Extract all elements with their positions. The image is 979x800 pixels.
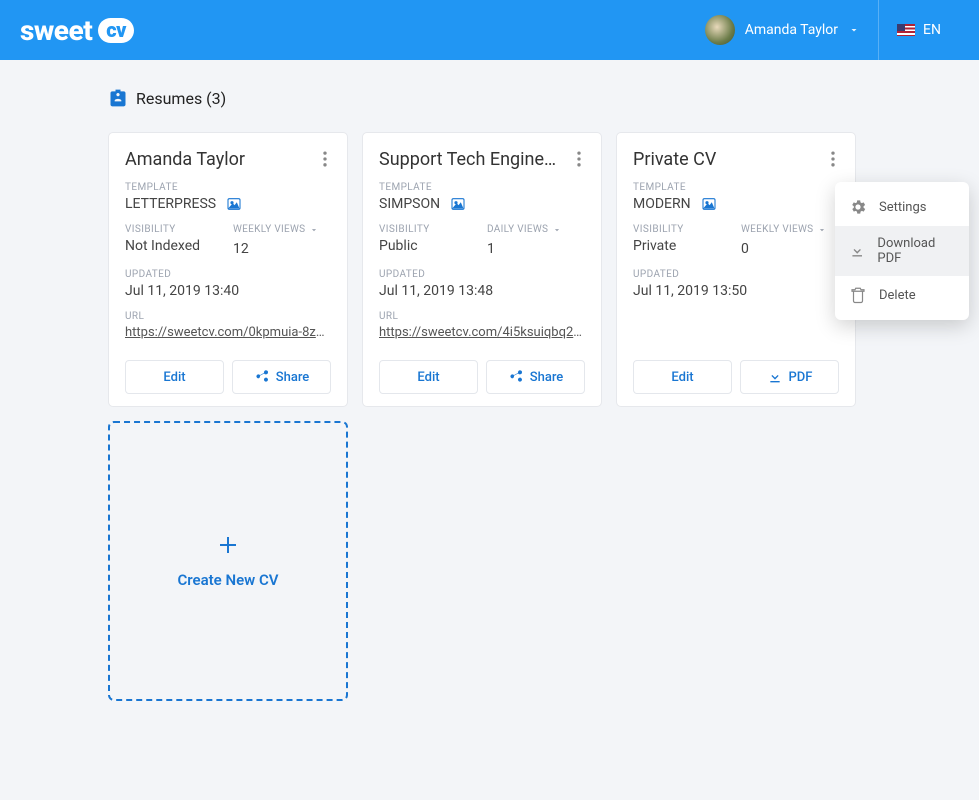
download-icon — [849, 242, 865, 260]
url-label: URL — [125, 311, 331, 322]
visibility-label: VISIBILITY — [125, 224, 223, 235]
image-icon[interactable] — [226, 196, 242, 212]
us-flag-icon — [897, 24, 915, 36]
template-label: TEMPLATE — [633, 182, 839, 193]
chevron-down-icon — [848, 24, 860, 36]
menu-item-label: Delete — [879, 288, 916, 303]
views-label: WEEKLY VIEWS — [741, 224, 813, 235]
menu-item-settings[interactable]: Settings — [835, 188, 969, 226]
language-code: EN — [923, 22, 941, 38]
url-label: URL — [379, 311, 585, 322]
image-icon[interactable] — [450, 196, 466, 212]
logo-text: sweet — [20, 14, 92, 47]
visibility-label: VISIBILITY — [633, 224, 731, 235]
create-new-label: Create New CV — [177, 571, 278, 589]
main-content: Resumes (3) Amanda Taylor TEMPLATE LETTERP… — [0, 60, 979, 729]
edit-button[interactable]: Edit — [379, 360, 478, 394]
views-selector[interactable]: WEEKLY VIEWS — [233, 224, 331, 235]
card-title: Support Tech Enginee… — [379, 149, 585, 170]
resume-url-link[interactable]: https://sweetcv.com/4i5ksuiqbq2a5 — [379, 325, 585, 340]
menu-item-delete[interactable]: Delete — [835, 276, 969, 314]
card-title: Private CV — [633, 149, 839, 170]
updated-value: Jul 11, 2019 13:40 — [125, 283, 331, 299]
logo-badge: cv — [98, 18, 134, 43]
views-label: WEEKLY VIEWS — [233, 224, 305, 235]
resume-url-link[interactable]: https://sweetcv.com/0kpmuia-8zsb1 — [125, 325, 331, 340]
share-button[interactable]: Share — [486, 360, 585, 394]
section-title: Resumes (3) — [108, 88, 871, 108]
updated-label: UPDATED — [125, 269, 331, 280]
plus-icon — [216, 533, 240, 557]
edit-button[interactable]: Edit — [633, 360, 732, 394]
updated-value: Jul 11, 2019 13:48 — [379, 283, 585, 299]
share-icon — [508, 369, 524, 385]
resume-icon — [108, 88, 128, 108]
caret-down-icon — [309, 225, 319, 235]
edit-button-label: Edit — [417, 370, 439, 385]
resume-card: Amanda Taylor TEMPLATE LETTERPRESS VISIBILI… — [108, 132, 348, 407]
user-menu[interactable]: Amanda Taylor — [687, 0, 878, 60]
caret-down-icon — [817, 225, 827, 235]
card-more-button[interactable] — [821, 147, 845, 171]
views-label: DAILY VIEWS — [487, 224, 548, 235]
card-title: Amanda Taylor — [125, 149, 331, 170]
caret-down-icon — [552, 225, 562, 235]
menu-item-download-pdf[interactable]: Download PDF — [835, 226, 969, 276]
menu-item-label: Settings — [879, 200, 926, 215]
second-button-label: PDF — [789, 370, 813, 385]
template-label: TEMPLATE — [125, 182, 331, 193]
visibility-value: Not Indexed — [125, 238, 223, 254]
user-name: Amanda Taylor — [745, 22, 838, 38]
second-button-label: Share — [276, 370, 310, 385]
avatar — [705, 15, 735, 45]
trash-icon — [849, 286, 867, 304]
share-button[interactable]: Share — [232, 360, 331, 394]
edit-button[interactable]: Edit — [125, 360, 224, 394]
pdf-button[interactable]: PDF — [740, 360, 839, 394]
template-value: LETTERPRESS — [125, 196, 216, 212]
download-icon — [767, 369, 783, 385]
visibility-value: Private — [633, 238, 731, 254]
template-value: MODERN — [633, 196, 691, 212]
share-icon — [254, 369, 270, 385]
views-value: 12 — [233, 241, 331, 257]
create-new-cv[interactable]: Create New CV — [108, 421, 348, 701]
card-more-button[interactable] — [313, 147, 337, 171]
section-title-text: Resumes (3) — [136, 89, 226, 108]
edit-button-label: Edit — [163, 370, 185, 385]
menu-item-label: Download PDF — [877, 236, 955, 266]
template-label: TEMPLATE — [379, 182, 585, 193]
gear-icon — [849, 198, 867, 216]
visibility-label: VISIBILITY — [379, 224, 477, 235]
card-more-button[interactable] — [567, 147, 591, 171]
updated-label: UPDATED — [633, 269, 839, 280]
template-value: SIMPSON — [379, 196, 440, 212]
language-selector[interactable]: EN — [878, 0, 959, 60]
views-selector[interactable]: WEEKLY VIEWS — [741, 224, 839, 235]
resume-card: Support Tech Enginee… TEMPLATE SIMPSON VISI… — [362, 132, 602, 407]
logo[interactable]: sweet cv — [20, 14, 134, 47]
top-header: sweet cv Amanda Taylor EN — [0, 0, 979, 60]
edit-button-label: Edit — [671, 370, 693, 385]
resume-grid: Amanda Taylor TEMPLATE LETTERPRESS VISIBILI… — [108, 132, 871, 701]
image-icon[interactable] — [701, 196, 717, 212]
views-value: 1 — [487, 241, 585, 257]
resume-card: Private CV TEMPLATE MODERN VISIBILITY Privat… — [616, 132, 856, 407]
visibility-value: Public — [379, 238, 477, 254]
updated-value: Jul 11, 2019 13:50 — [633, 283, 839, 299]
updated-label: UPDATED — [379, 269, 585, 280]
views-selector[interactable]: DAILY VIEWS — [487, 224, 585, 235]
views-value: 0 — [741, 241, 839, 257]
second-button-label: Share — [530, 370, 564, 385]
card-context-menu: Settings Download PDF Delete — [835, 182, 969, 320]
